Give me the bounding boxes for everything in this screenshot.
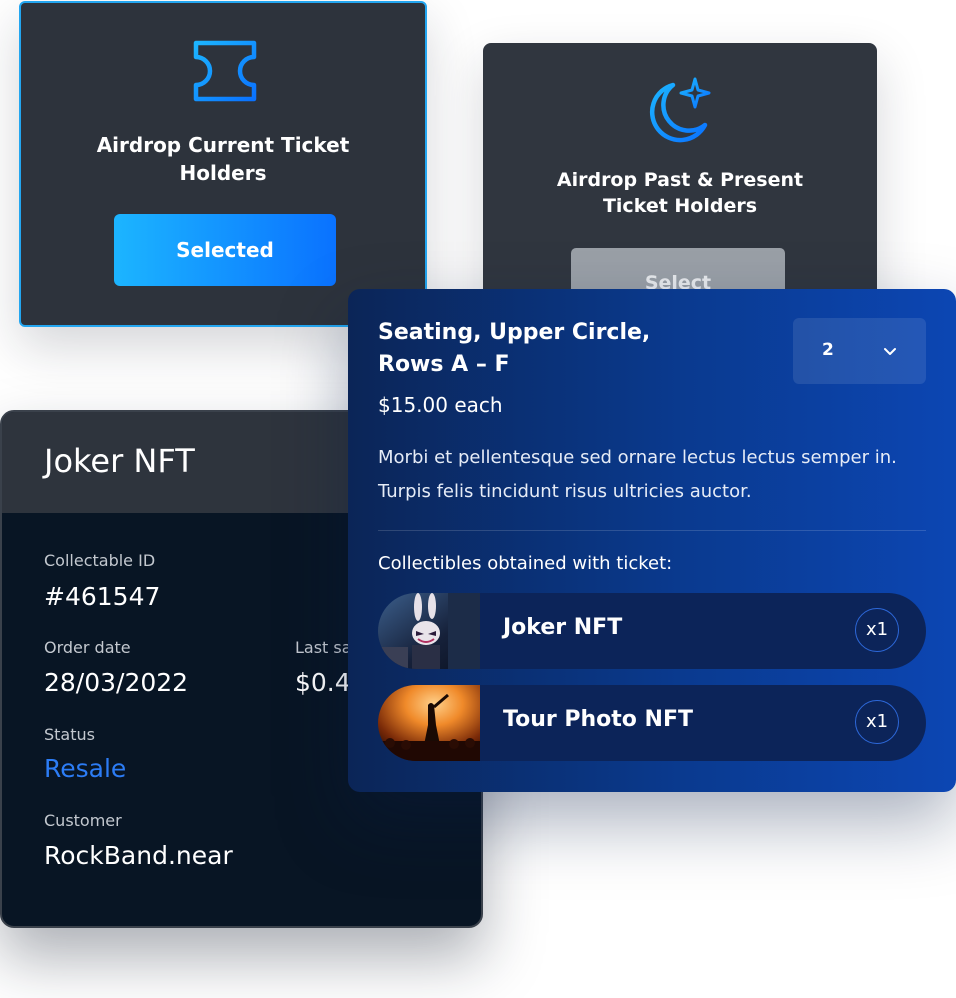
collectible-item-tour-photo[interactable]: Tour Photo NFT x1 bbox=[378, 685, 926, 761]
seat-description: Morbi et pellentesque sed ornare lectus … bbox=[378, 447, 897, 502]
collectable-id-value: #461547 bbox=[44, 582, 161, 611]
status-label: Status bbox=[44, 725, 95, 744]
airdrop-past-title: Airdrop Past & Present Ticket Holders bbox=[556, 169, 804, 217]
seating-title: Seating, Upper Circle, Rows A – F bbox=[378, 320, 651, 377]
ticket-icon bbox=[193, 40, 257, 102]
selected-button[interactable]: Selected bbox=[114, 214, 336, 286]
customer-value: RockBand.near bbox=[44, 841, 233, 870]
divider bbox=[378, 530, 926, 531]
collectibles-label: Collectibles obtained with ticket: bbox=[378, 553, 673, 574]
collectible-item-joker[interactable]: Joker NFT x1 bbox=[378, 593, 926, 669]
moon-star-icon bbox=[649, 77, 711, 143]
customer-label: Customer bbox=[44, 811, 122, 830]
order-date-value: 28/03/2022 bbox=[44, 668, 189, 697]
airdrop-current-title: Airdrop Current Ticket Holders bbox=[96, 133, 350, 185]
seating-ticket-card: Seating, Upper Circle, Rows A – F 2 $15.… bbox=[348, 289, 956, 792]
airdrop-current-card[interactable]: Airdrop Current Ticket Holders Selected bbox=[19, 1, 427, 327]
chevron-down-icon bbox=[884, 348, 896, 355]
last-sale-value: $0.4 bbox=[295, 668, 351, 697]
joker-card-title: Joker NFT bbox=[44, 442, 195, 480]
seat-price: $15.00 each bbox=[378, 393, 503, 417]
joker-nft-thumbnail bbox=[378, 593, 480, 669]
collectable-id-label: Collectable ID bbox=[44, 551, 156, 570]
tour-photo-thumbnail bbox=[378, 685, 480, 761]
collectible-name: Joker NFT bbox=[503, 615, 623, 640]
collectible-name: Tour Photo NFT bbox=[503, 707, 694, 732]
status-value-link[interactable]: Resale bbox=[44, 754, 126, 783]
quantity-select[interactable]: 2 bbox=[793, 318, 926, 384]
quantity-badge: x1 bbox=[855, 608, 899, 652]
last-sale-label: Last sa bbox=[295, 638, 352, 657]
quantity-value: 2 bbox=[822, 340, 834, 360]
quantity-badge: x1 bbox=[855, 700, 899, 744]
stage: Airdrop Current Ticket Holders Selected … bbox=[0, 0, 956, 998]
order-date-label: Order date bbox=[44, 638, 131, 657]
